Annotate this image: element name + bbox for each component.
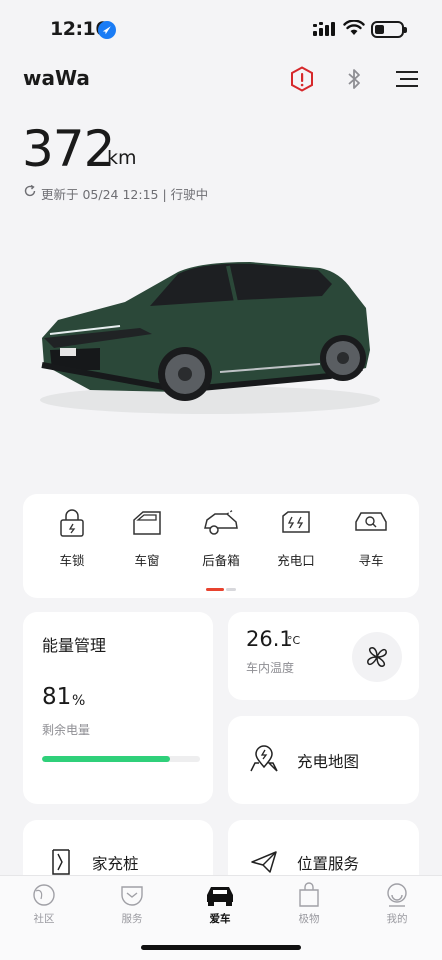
soc-progress-fill	[42, 756, 170, 762]
lock-label: 车锁	[59, 553, 85, 568]
home-charger-label: 家充桩	[92, 855, 139, 873]
battery-icon	[371, 21, 407, 38]
update-status-text: 更新于 05/24 12:15 | 行驶中	[41, 187, 209, 202]
car-image	[40, 262, 380, 414]
page-indicator-active	[206, 588, 224, 591]
vehicle-name[interactable]: waWa	[23, 66, 90, 90]
tab-service[interactable]: 服务	[102, 882, 162, 926]
tab-car-label: 爱车	[209, 913, 231, 925]
tab-profile-label: 我的	[386, 913, 408, 925]
lock-button[interactable]: 车锁	[42, 508, 102, 588]
lock-icon	[60, 509, 84, 537]
soc-unit: %	[72, 693, 86, 709]
location-arrow-icon	[98, 21, 116, 39]
tab-community-label: 社区	[33, 913, 55, 925]
home-charger-icon	[52, 849, 70, 875]
find-car-icon	[355, 512, 387, 531]
charge-port-button[interactable]: 充电口	[266, 508, 326, 588]
shop-bag-icon	[299, 882, 319, 907]
temperature-value: 26.1	[246, 627, 293, 651]
trunk-button[interactable]: 后备箱	[191, 508, 251, 588]
community-icon	[33, 884, 55, 906]
refresh-icon[interactable]	[23, 184, 37, 198]
climate-fan-button[interactable]	[352, 632, 402, 682]
range-value: 372	[22, 120, 115, 178]
menu-icon[interactable]	[396, 70, 418, 88]
charge-map-label: 充电地图	[297, 753, 360, 771]
tab-car[interactable]: 爱车	[190, 882, 250, 926]
location-service-label: 位置服务	[297, 855, 360, 873]
find-car-button[interactable]: 寻车	[341, 508, 401, 588]
trunk-icon	[204, 509, 238, 535]
paper-plane-icon	[251, 851, 277, 873]
charge-map-icon	[250, 745, 278, 772]
range-unit: km	[107, 147, 137, 169]
trunk-label: 后备箱	[202, 553, 240, 568]
tab-profile[interactable]: 我的	[367, 882, 427, 926]
page-indicator	[226, 588, 236, 591]
find-car-label: 寻车	[358, 553, 384, 568]
tab-shop[interactable]: 极物	[279, 882, 339, 926]
home-indicator	[141, 945, 301, 950]
temperature-label: 车内温度	[246, 661, 295, 675]
tab-service-label: 服务	[121, 913, 143, 925]
alert-hexagon-icon[interactable]	[290, 66, 314, 92]
soc-label: 剩余电量	[42, 723, 91, 737]
wifi-icon	[343, 20, 365, 35]
tab-community[interactable]: 社区	[14, 882, 74, 926]
charge-port-label: 充电口	[277, 553, 315, 568]
service-icon	[121, 886, 143, 906]
energy-title: 能量管理	[42, 636, 107, 655]
temperature-unit: °C	[287, 634, 301, 647]
window-label: 车窗	[134, 553, 160, 568]
fan-icon	[367, 647, 387, 667]
window-icon	[133, 511, 161, 535]
soc-progress-bar	[42, 756, 200, 762]
soc-value: 81	[42, 684, 72, 710]
tab-shop-label: 极物	[298, 913, 320, 925]
charge-port-icon	[282, 511, 310, 533]
bluetooth-icon[interactable]	[345, 67, 363, 91]
profile-icon	[387, 883, 407, 907]
car-icon	[207, 887, 233, 906]
cellular-signal-icon	[313, 22, 335, 36]
window-button[interactable]: 车窗	[117, 508, 177, 588]
